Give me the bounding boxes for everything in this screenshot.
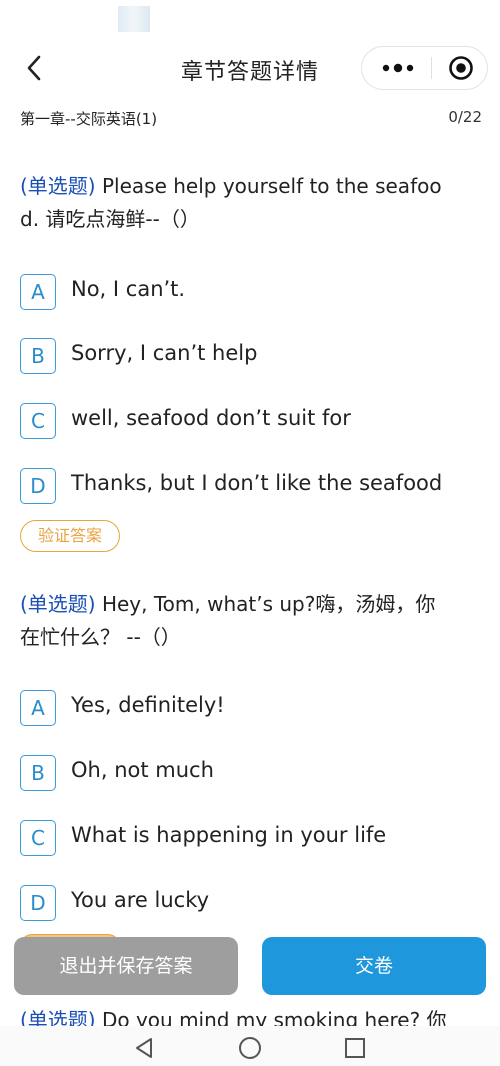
- close-program-button[interactable]: [438, 47, 484, 89]
- option-letter: D: [20, 468, 56, 504]
- question-progress: 0/22: [448, 108, 482, 126]
- record-target-icon: [449, 56, 473, 80]
- option-text: Sorry, I can’t help: [71, 341, 258, 365]
- option-text: Oh, not much: [71, 758, 214, 782]
- nav-recents-button[interactable]: [341, 1034, 369, 1062]
- option-text: Thanks, but I don’t like the seafood: [71, 471, 443, 495]
- square-recents-icon: [345, 1038, 365, 1058]
- q1-option-b[interactable]: B Sorry, I can’t help: [20, 338, 480, 378]
- option-text: Yes, definitely!: [71, 693, 225, 717]
- question-text-line1: Hey, Tom, what’s up?嗨，汤姆，你: [95, 592, 436, 616]
- q2-option-a[interactable]: A Yes, definitely!: [20, 690, 480, 730]
- question-text-line1: Please help yourself to the seafoo: [95, 174, 442, 198]
- header: 章节答题详情: [0, 36, 500, 102]
- option-letter: D: [20, 885, 56, 921]
- verify-answer-button[interactable]: 验证答案: [20, 520, 120, 552]
- question-2-text: (单选题) Hey, Tom, what’s up?嗨，汤姆，你 在忙什么？ -…: [20, 588, 482, 654]
- nav-back-button[interactable]: [130, 1034, 158, 1062]
- option-text: What is happening in your life: [71, 823, 387, 847]
- option-text: No, I can’t.: [71, 277, 186, 301]
- more-button[interactable]: [372, 47, 424, 89]
- option-letter: B: [20, 338, 56, 374]
- question-text-line2: 在忙什么？ --（）: [20, 625, 181, 649]
- q2-option-c[interactable]: C What is happening in your life: [20, 820, 480, 860]
- option-letter: A: [20, 690, 56, 726]
- app-screen: 章节答题详情 第一章--交际英语(1) 0/22 (单选题) Please he…: [0, 0, 500, 1066]
- question-type-label: (单选题): [20, 174, 96, 198]
- option-letter: C: [20, 403, 56, 439]
- status-bar-blur: [118, 6, 150, 32]
- capsule-divider: [431, 57, 432, 79]
- q1-option-c[interactable]: C well, seafood don’t suit for: [20, 403, 480, 443]
- save-and-exit-button[interactable]: 退出并保存答案: [14, 937, 238, 995]
- option-letter: C: [20, 820, 56, 856]
- system-nav-bar: [0, 1026, 500, 1066]
- option-text: well, seafood don’t suit for: [71, 406, 351, 430]
- more-dots-icon: [382, 63, 414, 73]
- question-type-label: (单选题): [20, 592, 96, 616]
- chapter-name: 第一章--交际英语(1): [20, 110, 158, 128]
- circle-home-icon: [239, 1037, 261, 1059]
- mini-program-capsule: [361, 46, 488, 90]
- q2-option-d[interactable]: D You are lucky: [20, 885, 480, 925]
- q2-option-b[interactable]: B Oh, not much: [20, 755, 480, 795]
- option-text: You are lucky: [71, 888, 210, 912]
- bottom-action-bar: 退出并保存答案 交卷: [0, 936, 500, 998]
- option-letter: A: [20, 274, 56, 310]
- triangle-back-icon: [136, 1038, 152, 1058]
- nav-home-button[interactable]: [236, 1034, 264, 1062]
- question-text-line2: d. 请吃点海鲜--（）: [20, 207, 200, 231]
- q1-option-d[interactable]: D Thanks, but I don’t like the seafood: [20, 468, 480, 508]
- submit-exam-button[interactable]: 交卷: [262, 937, 486, 995]
- question-1-text: (单选题) Please help yourself to the seafoo…: [20, 170, 482, 236]
- q1-option-a[interactable]: A No, I can’t.: [20, 274, 480, 314]
- option-letter: B: [20, 755, 56, 791]
